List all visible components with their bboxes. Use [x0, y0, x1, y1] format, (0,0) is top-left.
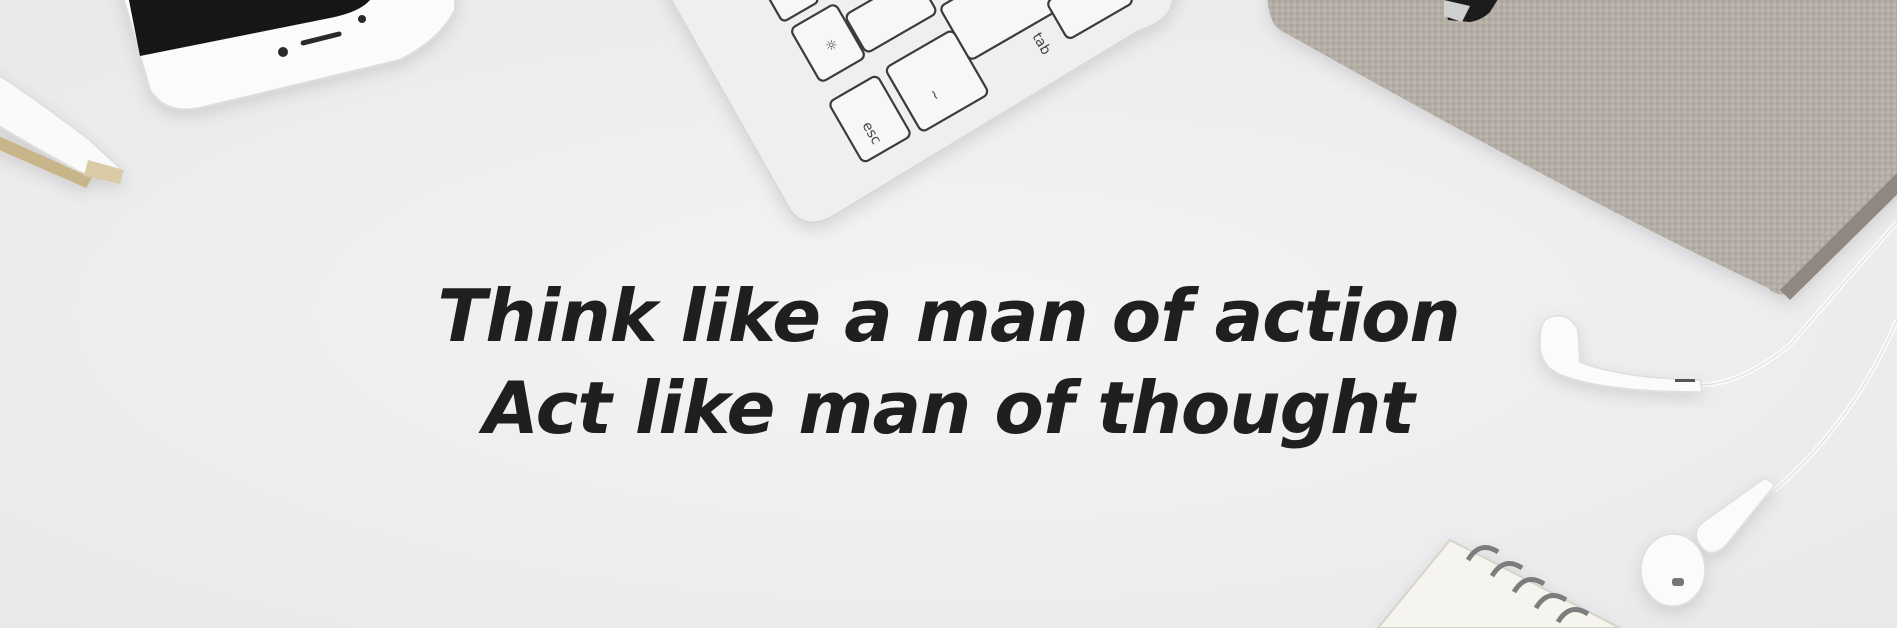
quote-line-2: Act like man of thought — [483, 366, 1415, 451]
hero-banner: esc tab ~ ☼ Think like a man of action A… — [0, 0, 1897, 628]
brightness-icon: ☼ — [825, 38, 838, 54]
hero-quote: Think like a man of action Act like man … — [0, 270, 1897, 454]
quote-line-1: Think like a man of action — [437, 274, 1460, 359]
